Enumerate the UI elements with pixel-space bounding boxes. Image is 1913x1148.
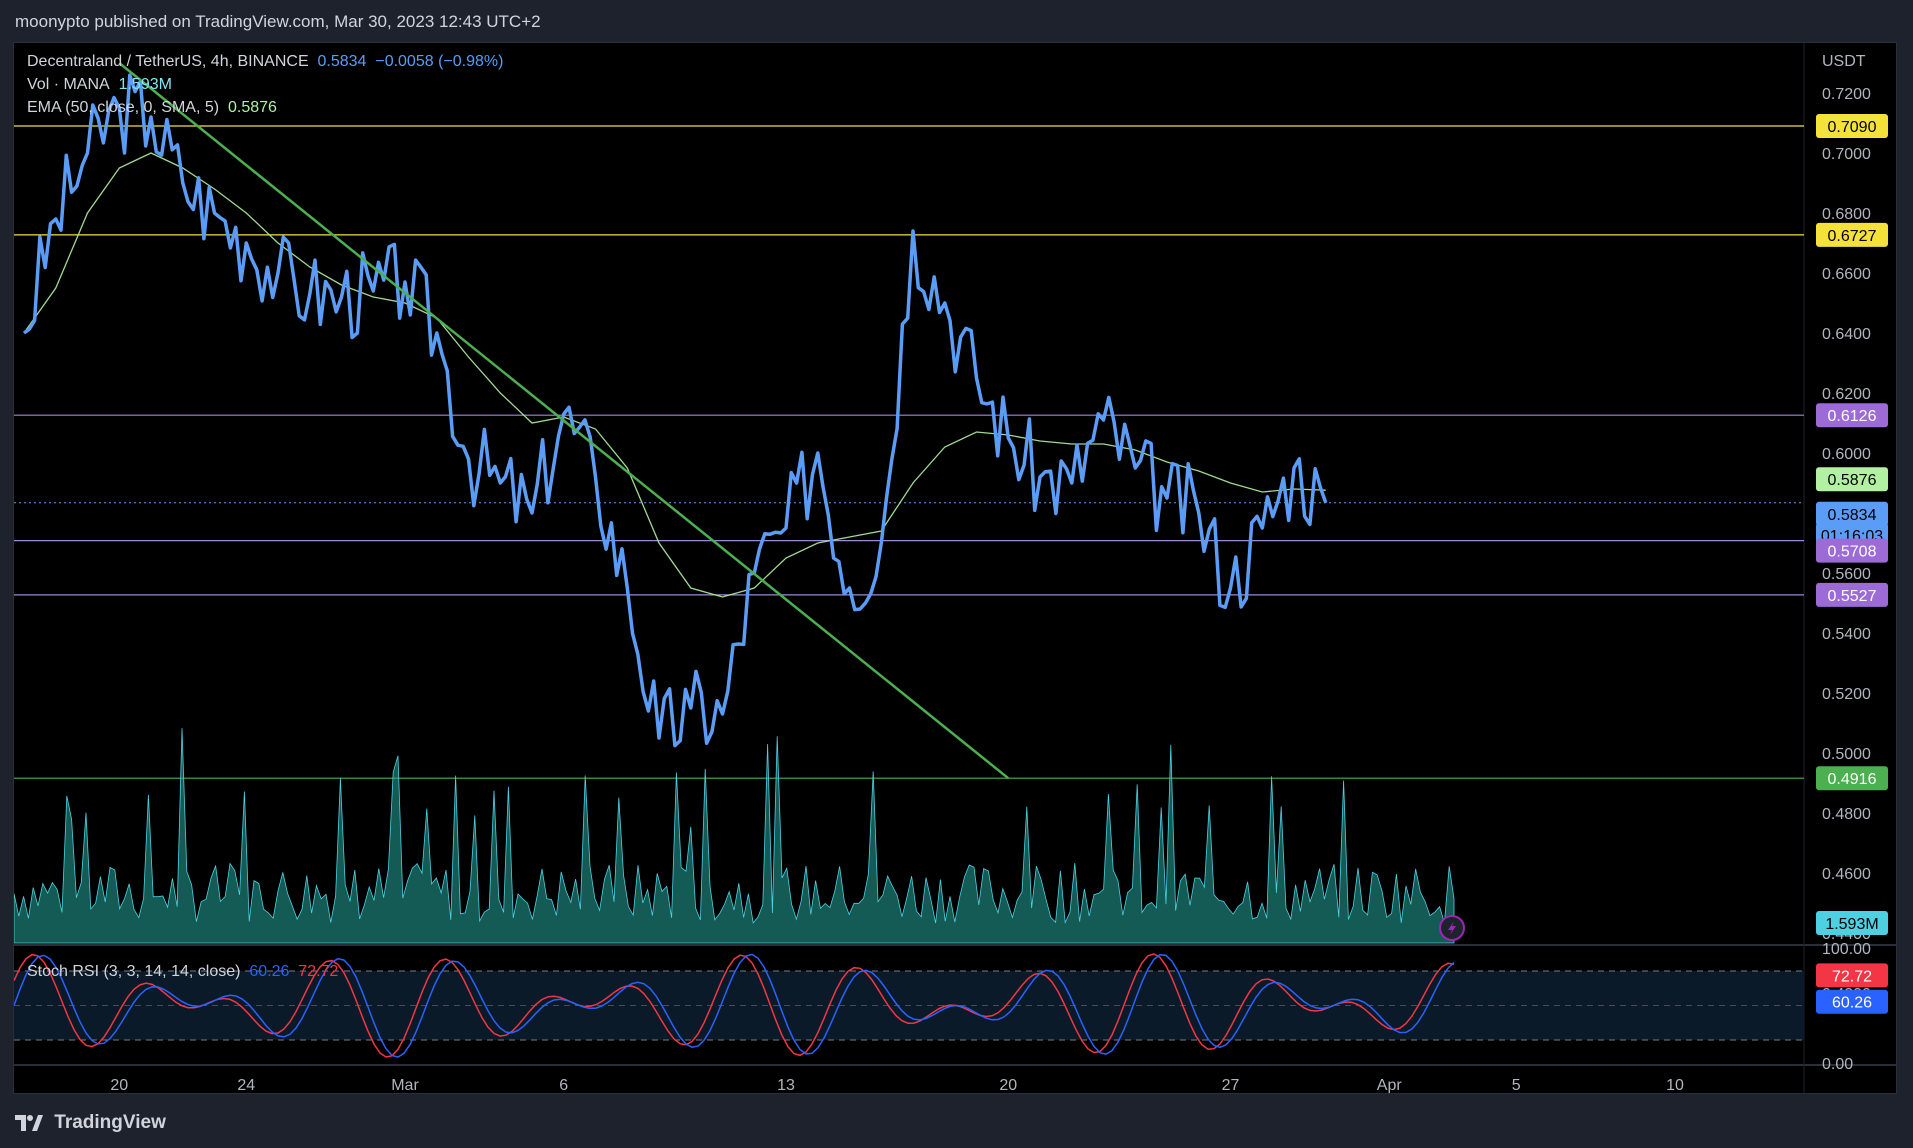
price-badge: 0.7090 <box>1816 114 1888 138</box>
price-badge-label: 0.6727 <box>1828 228 1877 245</box>
time-tick-label: 20 <box>999 1077 1017 1094</box>
legend-ema-label[interactable]: EMA (50, close, 0, SMA, 5) <box>27 99 219 116</box>
legend-vol-label[interactable]: Vol · MANA <box>27 76 110 93</box>
volume-series <box>14 728 1455 944</box>
price-badge: 0.6727 <box>1816 222 1888 247</box>
legend-symbol-row: Decentraland / TetherUS, 4h, BINANCE 0.5… <box>27 53 503 71</box>
legend-change: −0.0058 (−0.98%) <box>375 53 504 70</box>
legend-volume-row: Vol · MANA 1.593M <box>27 76 172 94</box>
legend-stoch-label[interactable]: Stoch RSI (3, 3, 14, 14, close) <box>27 963 240 980</box>
price-badge-label: 60.26 <box>1832 995 1872 1012</box>
stoch-tick-label: 100.00 <box>1822 941 1871 958</box>
time-tick-label: 5 <box>1512 1077 1521 1094</box>
price-badge: 0.5834 <box>1816 501 1888 526</box>
published-header: moonypto published on TradingView.com, M… <box>0 0 1913 42</box>
price-badge-label: 0.5527 <box>1828 588 1877 605</box>
time-tick-label: Mar <box>391 1077 419 1094</box>
price-tick-label: 0.4800 <box>1822 806 1871 823</box>
legend-symbol[interactable]: Decentraland / TetherUS, 4h, BINANCE <box>27 53 309 70</box>
legend-stoch-row: Stoch RSI (3, 3, 14, 14, close) 60.26 72… <box>27 963 338 981</box>
ema-line <box>23 152 1326 598</box>
time-tick-label: 6 <box>559 1077 568 1094</box>
price-badge: 0.5876 <box>1816 467 1888 492</box>
price-badge-label: 0.5708 <box>1828 544 1877 561</box>
price-tick-label: 0.5000 <box>1822 746 1871 763</box>
price-tick-label: 0.6400 <box>1822 326 1871 343</box>
price-badge-label: 0.7090 <box>1828 119 1877 136</box>
time-tick-label: 13 <box>777 1077 795 1094</box>
price-tick-label: 0.5200 <box>1822 686 1871 703</box>
flash-icon <box>1439 915 1465 941</box>
price-badge: 72.72 <box>1816 963 1888 988</box>
price-badge-label: 1.593M <box>1825 916 1878 933</box>
legend-vol-value: 1.593M <box>118 76 172 93</box>
price-tick-label: 0.7000 <box>1822 146 1871 163</box>
price-tick-label: 0.6600 <box>1822 266 1871 283</box>
price-axis-currency: USDT <box>1822 53 1866 70</box>
price-badge-label: 0.5834 <box>1828 507 1877 524</box>
legend-price: 0.5834 <box>317 53 367 70</box>
price-tick-label: 0.4600 <box>1822 866 1871 883</box>
chart-canvas[interactable]: 0.7200 0.7000 0.6800 0.6600 0.6400 0.6200 0.60… <box>14 43 1897 1094</box>
price-badge-label: 0.5876 <box>1828 472 1877 489</box>
published-text: moonypto published on TradingView.com, M… <box>15 12 541 31</box>
price-badge: 0.6126 <box>1816 403 1888 428</box>
tradingview-logo-icon <box>15 1115 43 1131</box>
price-badge-label: 72.72 <box>1832 968 1872 985</box>
stoch-tick-label: 0.00 <box>1822 1056 1853 1073</box>
legend-ema-value: 0.5876 <box>227 99 277 116</box>
price-badge: 1.593M <box>1816 911 1888 935</box>
price-tick-label: 0.6000 <box>1822 446 1871 463</box>
price-tick-label: 0.5400 <box>1822 626 1871 643</box>
time-tick-label: Apr <box>1377 1077 1403 1094</box>
footer: TradingView <box>0 1098 1913 1148</box>
price-tick-label: 0.5600 <box>1822 566 1871 583</box>
legend-ema-row: EMA (50, close, 0, SMA, 5) 0.5876 <box>27 99 277 117</box>
time-tick-label: 10 <box>1666 1077 1684 1094</box>
price-badge: 0.5708 <box>1816 538 1888 563</box>
price-badge: 0.4916 <box>1816 766 1888 791</box>
price-line <box>22 73 1328 748</box>
chart-area[interactable]: 0.7200 0.7000 0.6800 0.6600 0.6400 0.6200 0.60… <box>13 42 1897 1094</box>
footer-brand[interactable]: TradingView <box>54 1112 166 1133</box>
time-tick-label: 24 <box>237 1077 255 1094</box>
price-badge-label: 0.6126 <box>1828 408 1877 425</box>
price-tick-label: 0.6200 <box>1822 386 1871 403</box>
trendline <box>118 62 1010 780</box>
volume-area <box>14 728 1455 944</box>
legend-stoch-d: 72.72 <box>298 963 339 980</box>
legend-stoch-k: 60.26 <box>249 963 290 980</box>
price-tick-label: 0.7200 <box>1822 86 1871 103</box>
price-badge: 0.5527 <box>1816 582 1888 607</box>
price-tick-label: 0.6800 <box>1822 206 1871 223</box>
time-tick-label: 20 <box>110 1077 128 1094</box>
time-tick-label: 27 <box>1222 1077 1240 1094</box>
price-badge-label: 0.4916 <box>1828 771 1877 788</box>
price-badge: 60.26 <box>1816 989 1888 1014</box>
